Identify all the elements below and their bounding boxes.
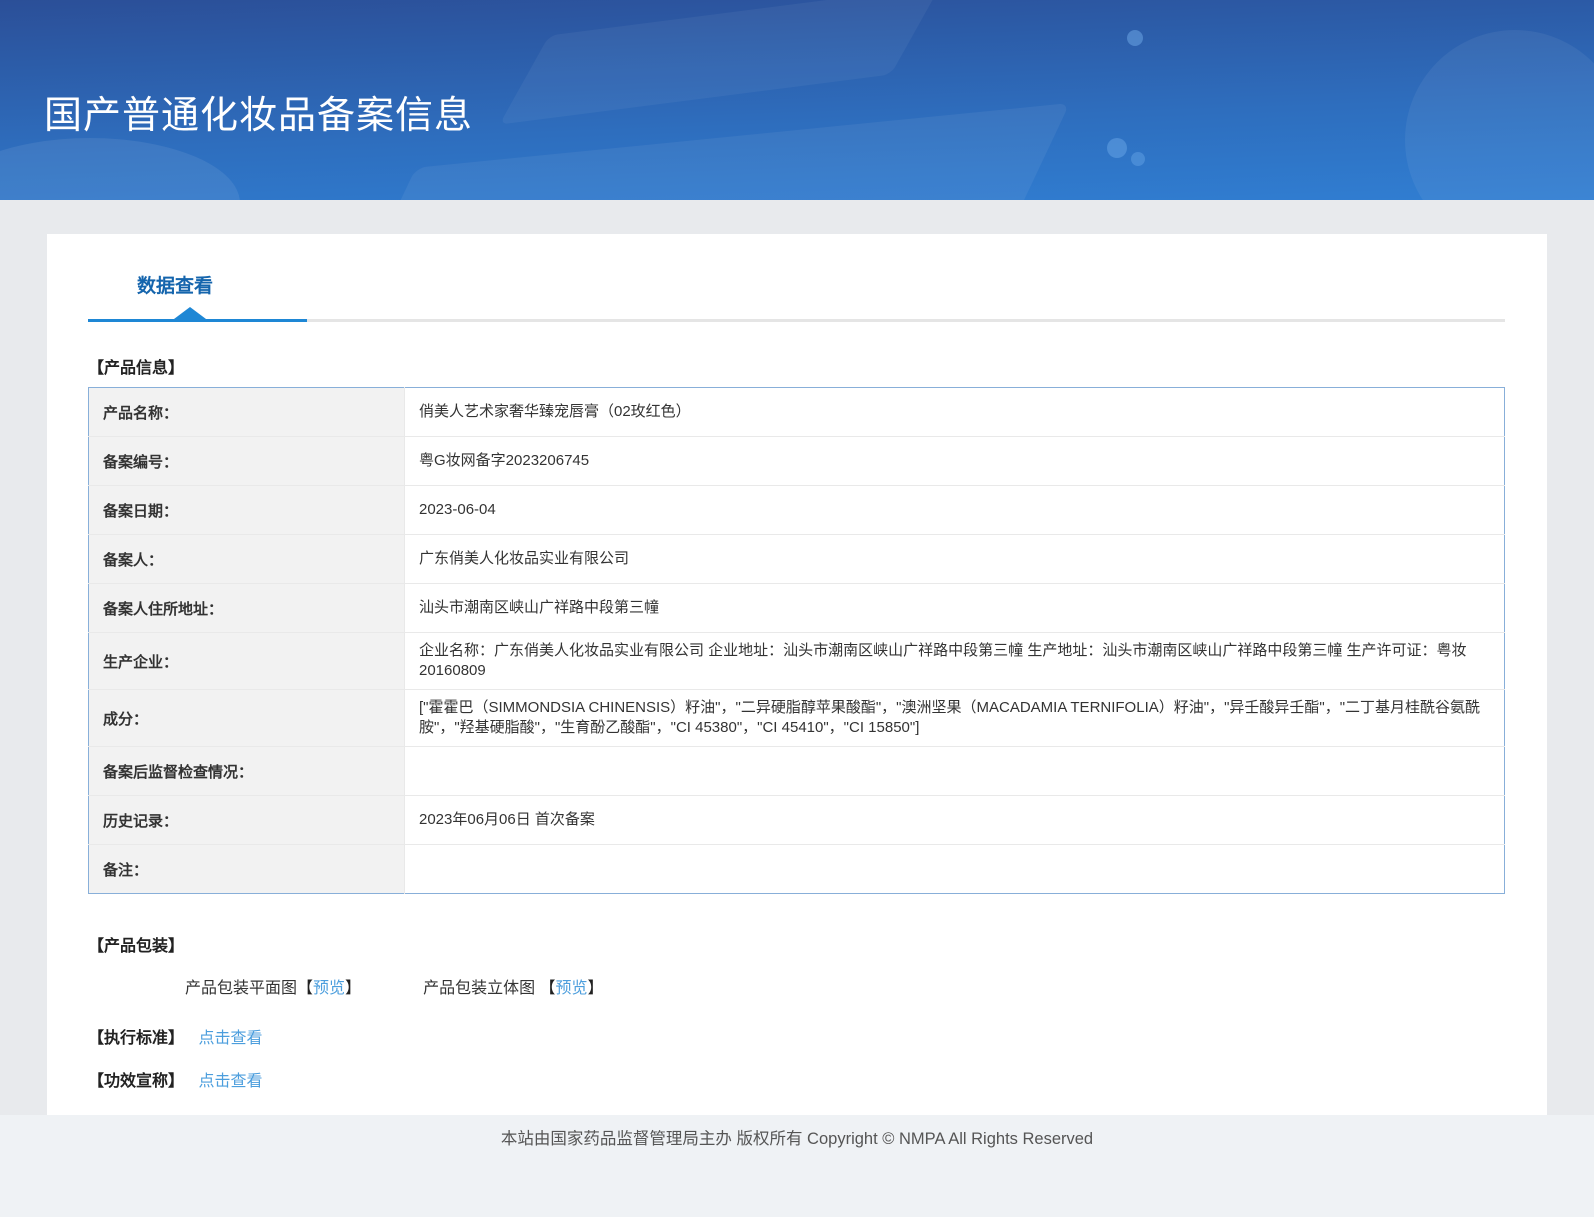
efficacy-row: 【功效宣称】 点击查看 bbox=[88, 1067, 1547, 1091]
packaging-previews: 产品包装平面图【预览】 产品包装立体图 【预览】 bbox=[185, 974, 1547, 998]
page-title: 国产普通化妆品备案信息 bbox=[44, 84, 473, 139]
efficacy-label: 【功效宣称】 bbox=[88, 1073, 184, 1090]
bracket-open: 【 bbox=[540, 980, 556, 997]
packaging-stereo-label: 产品包装立体图 bbox=[423, 980, 539, 997]
row-label: 历史记录： bbox=[89, 796, 405, 845]
standard-label: 【执行标准】 bbox=[88, 1030, 184, 1047]
header-decor-dot bbox=[1131, 152, 1145, 166]
page-header: 国产普通化妆品备案信息 bbox=[0, 0, 1594, 200]
footer-copyright: 本站由国家药品监督管理局主办 版权所有 Copyright © NMPA All… bbox=[501, 1130, 1093, 1148]
header-decor-ellipse bbox=[0, 138, 240, 200]
header-decor-streak bbox=[499, 0, 940, 125]
row-value bbox=[405, 845, 1505, 894]
row-value: 俏美人艺术家奢华臻宠唇膏（02玫红色） bbox=[405, 388, 1505, 437]
row-label: 备案后监督检查情况： bbox=[89, 747, 405, 796]
section-title-packaging: 【产品包装】 bbox=[88, 932, 1547, 956]
row-value bbox=[405, 747, 1505, 796]
table-row: 产品名称： 俏美人艺术家奢华臻宠唇膏（02玫红色） bbox=[89, 388, 1505, 437]
header-decor-circle bbox=[1405, 30, 1594, 200]
table-row: 历史记录： 2023年06月06日 首次备案 bbox=[89, 796, 1505, 845]
packaging-flat-item: 产品包装平面图【预览】 bbox=[185, 974, 361, 998]
packaging-stereo-preview-link[interactable]: 预览 bbox=[556, 980, 588, 997]
row-value: ["霍霍巴（SIMMONDSIA CHINENSIS）籽油"，"二异硬脂醇苹果酸… bbox=[405, 690, 1505, 747]
row-label: 备案人住所地址： bbox=[89, 584, 405, 633]
efficacy-view-link[interactable]: 点击查看 bbox=[198, 1073, 262, 1090]
packaging-flat-preview-link[interactable]: 预览 bbox=[313, 980, 345, 997]
table-row: 备案后监督检查情况： bbox=[89, 747, 1505, 796]
row-label: 备案编号： bbox=[89, 437, 405, 486]
row-label: 成分： bbox=[89, 690, 405, 747]
row-value: 企业名称：广东俏美人化妆品实业有限公司 企业地址：汕头市潮南区峡山广祥路中段第三… bbox=[405, 633, 1505, 690]
page-footer: 本站由国家药品监督管理局主办 版权所有 Copyright © NMPA All… bbox=[0, 1115, 1594, 1217]
row-value: 广东俏美人化妆品实业有限公司 bbox=[405, 535, 1505, 584]
row-label: 备案日期： bbox=[89, 486, 405, 535]
standard-row: 【执行标准】 点击查看 bbox=[88, 1024, 1547, 1048]
header-decor-dot bbox=[1107, 138, 1127, 158]
row-label: 生产企业： bbox=[89, 633, 405, 690]
row-label: 备案人： bbox=[89, 535, 405, 584]
tab-bar: 数据查看 bbox=[47, 234, 1547, 322]
page-body: 数据查看 【产品信息】 产品名称： 俏美人艺术家奢华臻宠唇膏（02玫红色） 备案… bbox=[0, 200, 1594, 1115]
header-decor-dot bbox=[1127, 30, 1143, 46]
content-card: 数据查看 【产品信息】 产品名称： 俏美人艺术家奢华臻宠唇膏（02玫红色） 备案… bbox=[47, 234, 1547, 1115]
table-row: 备案日期： 2023-06-04 bbox=[89, 486, 1505, 535]
tab-pointer-triangle-icon bbox=[174, 307, 206, 319]
standard-view-link[interactable]: 点击查看 bbox=[198, 1030, 262, 1047]
row-value: 粤G妆网备字2023206745 bbox=[405, 437, 1505, 486]
table-row: 生产企业： 企业名称：广东俏美人化妆品实业有限公司 企业地址：汕头市潮南区峡山广… bbox=[89, 633, 1505, 690]
row-value: 汕头市潮南区峡山广祥路中段第三幢 bbox=[405, 584, 1505, 633]
tab-underline-active bbox=[88, 319, 307, 322]
table-row: 备案人住所地址： 汕头市潮南区峡山广祥路中段第三幢 bbox=[89, 584, 1505, 633]
table-row: 备案编号： 粤G妆网备字2023206745 bbox=[89, 437, 1505, 486]
table-row: 备案人： 广东俏美人化妆品实业有限公司 bbox=[89, 535, 1505, 584]
product-info-table: 产品名称： 俏美人艺术家奢华臻宠唇膏（02玫红色） 备案编号： 粤G妆网备字20… bbox=[88, 387, 1505, 894]
table-row: 成分： ["霍霍巴（SIMMONDSIA CHINENSIS）籽油"，"二异硬脂… bbox=[89, 690, 1505, 747]
row-label: 产品名称： bbox=[89, 388, 405, 437]
row-value: 2023年06月06日 首次备案 bbox=[405, 796, 1505, 845]
bracket-close: 】 bbox=[345, 980, 361, 997]
packaging-stereo-item: 产品包装立体图 【预览】 bbox=[423, 974, 604, 998]
section-title-product-info: 【产品信息】 bbox=[88, 354, 1547, 378]
packaging-flat-label: 产品包装平面图 bbox=[185, 980, 297, 997]
row-label: 备注： bbox=[89, 845, 405, 894]
bracket-close: 】 bbox=[588, 980, 604, 997]
tab-data-view[interactable]: 数据查看 bbox=[137, 271, 213, 298]
bracket-open: 【 bbox=[297, 980, 313, 997]
table-row: 备注： bbox=[89, 845, 1505, 894]
row-value: 2023-06-04 bbox=[405, 486, 1505, 535]
tab-underline bbox=[88, 319, 1505, 322]
